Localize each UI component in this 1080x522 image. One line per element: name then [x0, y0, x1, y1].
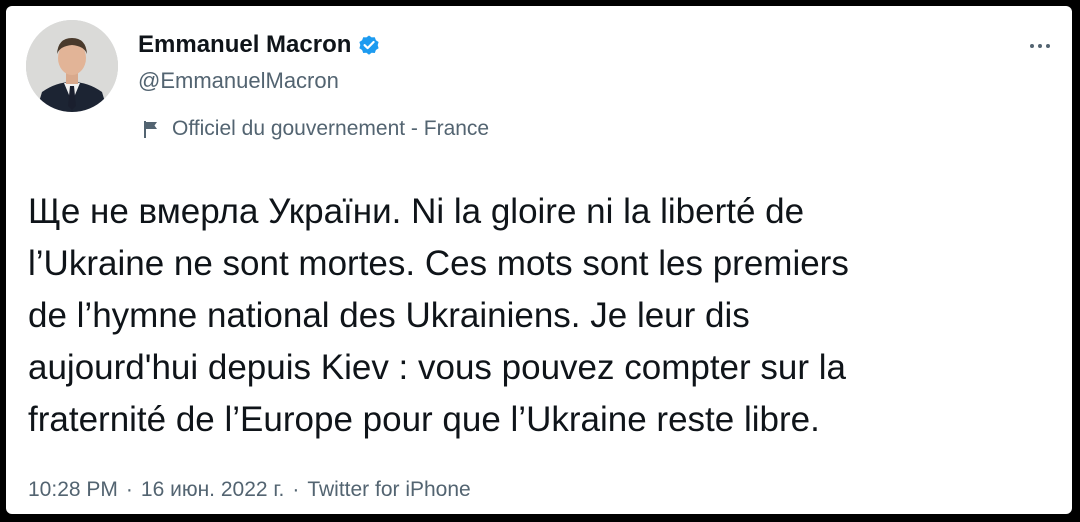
government-label-text: Officiel du gouvernement - France: [172, 117, 490, 140]
tweet-text-line: Ще не вмерла України. Ni la gloire ni la…: [28, 192, 805, 231]
verified-badge-icon: [357, 33, 381, 57]
more-options-icon: [1030, 44, 1034, 48]
tweet-text-line: aujourd'hui depuis Kiev : vous pouvez co…: [28, 348, 846, 387]
avatar-image: [26, 20, 118, 112]
tweet-date[interactable]: 16 июн. 2022 г.: [141, 478, 284, 502]
more-options-icon-dot: [1046, 44, 1050, 48]
government-label[interactable]: Officiel du gouvernement - France: [142, 114, 489, 144]
tweet-card: Emmanuel Macron @EmmanuelMacron Officiel…: [6, 6, 1072, 514]
tweet-metadata: 10:28 PM · 16 июн. 2022 г. · Twitter for…: [28, 474, 471, 506]
tweet-text: Ще не вмерла України. Ni la gloire ni la…: [28, 186, 1058, 446]
tweet-time[interactable]: 10:28 PM: [28, 478, 118, 502]
author-name-row[interactable]: Emmanuel Macron: [138, 28, 381, 62]
tweet-text-line: l’Ukraine ne sont mortes. Ces mots sont …: [28, 244, 849, 283]
flag-icon: [142, 119, 160, 139]
meta-separator: ·: [292, 478, 300, 501]
tweet-text-line: fraternité de l’Europe pour que l’Ukrain…: [28, 400, 820, 439]
author-display-name[interactable]: Emmanuel Macron: [138, 31, 351, 59]
tweet-text-line: de l’hymne national des Ukrainiens. Je l…: [28, 296, 750, 335]
more-options-icon-dot: [1038, 44, 1042, 48]
tweet-source[interactable]: Twitter for iPhone: [307, 478, 470, 502]
avatar[interactable]: [26, 20, 118, 112]
author-handle[interactable]: @EmmanuelMacron: [138, 68, 339, 94]
meta-separator: ·: [125, 478, 133, 501]
more-options-button[interactable]: [1020, 36, 1060, 56]
